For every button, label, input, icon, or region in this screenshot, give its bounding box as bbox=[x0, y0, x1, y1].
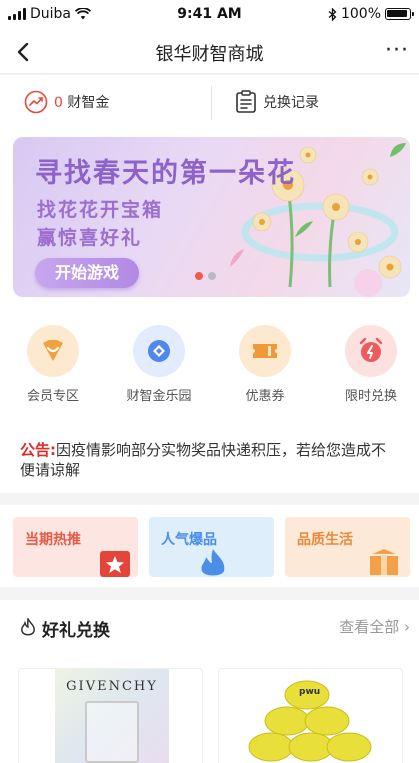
page-title: 银华财智商城 bbox=[155, 44, 264, 65]
carousel-dot[interactable] bbox=[208, 272, 216, 280]
product-brand: GIVENCHY bbox=[66, 679, 158, 694]
announcement-tag: 公告: bbox=[20, 441, 56, 459]
banner-line-1: 找花花开宝箱 bbox=[37, 199, 164, 221]
clipboard-list-icon bbox=[236, 90, 256, 113]
category-label: 财智金乐园 bbox=[126, 389, 192, 404]
exchange-record-label: 兑换记录 bbox=[263, 95, 319, 111]
category-icon-bg bbox=[239, 325, 291, 377]
category-row: 会员专区 财智金乐园 优惠券 限时兑换 bbox=[0, 325, 419, 405]
trend-chart-icon bbox=[24, 90, 48, 114]
banner-headline: 寻找春天的第一朵花 bbox=[35, 158, 296, 189]
promo-banner[interactable]: 寻找春天的第一朵花 找花花开宝箱 赢惊喜好礼 开始游戏 bbox=[13, 137, 410, 297]
tile-hot-picks[interactable]: 当期热推 bbox=[13, 517, 138, 577]
product-card[interactable]: GIVENCHY bbox=[18, 668, 203, 763]
diamond-heart-icon bbox=[43, 340, 63, 361]
coin-value: 0 bbox=[54, 95, 63, 111]
category-icon-bg bbox=[345, 325, 397, 377]
tile-label: 品质生活 bbox=[297, 532, 353, 548]
battery-percent: 100% bbox=[340, 6, 381, 22]
account-bar: 0 财智金 兑换记录 bbox=[0, 86, 419, 122]
product-image: GIVENCHY bbox=[55, 669, 169, 763]
bluetooth-icon bbox=[328, 7, 337, 21]
tile-label: 人气爆品 bbox=[161, 532, 217, 548]
flame-outline-icon bbox=[21, 618, 35, 636]
alarm-clock-icon bbox=[359, 337, 383, 362]
product-tins-illustration bbox=[248, 680, 372, 762]
product-box-shape bbox=[85, 701, 139, 763]
nav-bar: 银华财智商城 ··· bbox=[0, 30, 419, 74]
category-flash-exchange[interactable]: 限时兑换 bbox=[326, 325, 416, 404]
product-brand: pwu bbox=[299, 687, 321, 697]
product-card[interactable]: pwu bbox=[218, 668, 403, 763]
tile-popular[interactable]: 人气爆品 bbox=[149, 517, 274, 577]
category-icon-bg bbox=[27, 325, 79, 377]
coin-diamond-icon bbox=[148, 340, 170, 362]
category-icon-bg bbox=[133, 325, 185, 377]
view-all-link[interactable]: 查看全部 › bbox=[339, 616, 410, 637]
coin-label: 财智金 bbox=[67, 95, 110, 111]
battery-icon bbox=[385, 8, 414, 20]
category-label: 会员专区 bbox=[26, 389, 79, 404]
view-all-label: 查看全部 bbox=[339, 618, 400, 636]
section-title: 好礼兑换 bbox=[42, 621, 110, 641]
banner-line-2: 赢惊喜好礼 bbox=[37, 227, 143, 249]
product-image: pwu bbox=[219, 669, 402, 763]
coin-balance[interactable]: 0 财智金 bbox=[24, 90, 109, 114]
carousel-dot-active[interactable] bbox=[195, 272, 203, 280]
star-gift-icon bbox=[100, 551, 130, 577]
exchange-record-button[interactable]: 兑换记录 bbox=[235, 90, 319, 114]
category-label: 优惠券 bbox=[245, 389, 285, 404]
divider bbox=[211, 86, 212, 120]
more-menu-icon[interactable]: ··· bbox=[385, 38, 409, 63]
status-bar: Duiba 9:41 AM 100% bbox=[0, 0, 419, 30]
tile-label: 当期热推 bbox=[25, 532, 81, 548]
announcement[interactable]: 公告:因疫情影响部分实物奖品快递积压，若给您造成不便请谅解 bbox=[20, 440, 400, 480]
tile-quality-life[interactable]: 品质生活 bbox=[285, 517, 410, 577]
category-member-zone[interactable]: 会员专区 bbox=[8, 325, 98, 404]
ticket-icon bbox=[253, 344, 277, 358]
category-coupons[interactable]: 优惠券 bbox=[220, 325, 310, 404]
section-header: 好礼兑换 查看全部 › bbox=[20, 614, 410, 641]
flame-icon bbox=[201, 549, 225, 576]
category-label: 限时兑换 bbox=[344, 389, 397, 404]
box-icon bbox=[370, 549, 398, 575]
announcement-text: 因疫情影响部分实物奖品快递积压，若给您造成不便请谅解 bbox=[20, 441, 387, 479]
carousel-dots bbox=[195, 272, 216, 280]
start-game-button[interactable]: 开始游戏 bbox=[35, 258, 139, 288]
chevron-right-icon: › bbox=[404, 618, 410, 636]
category-coin-park[interactable]: 财智金乐园 bbox=[114, 325, 204, 404]
